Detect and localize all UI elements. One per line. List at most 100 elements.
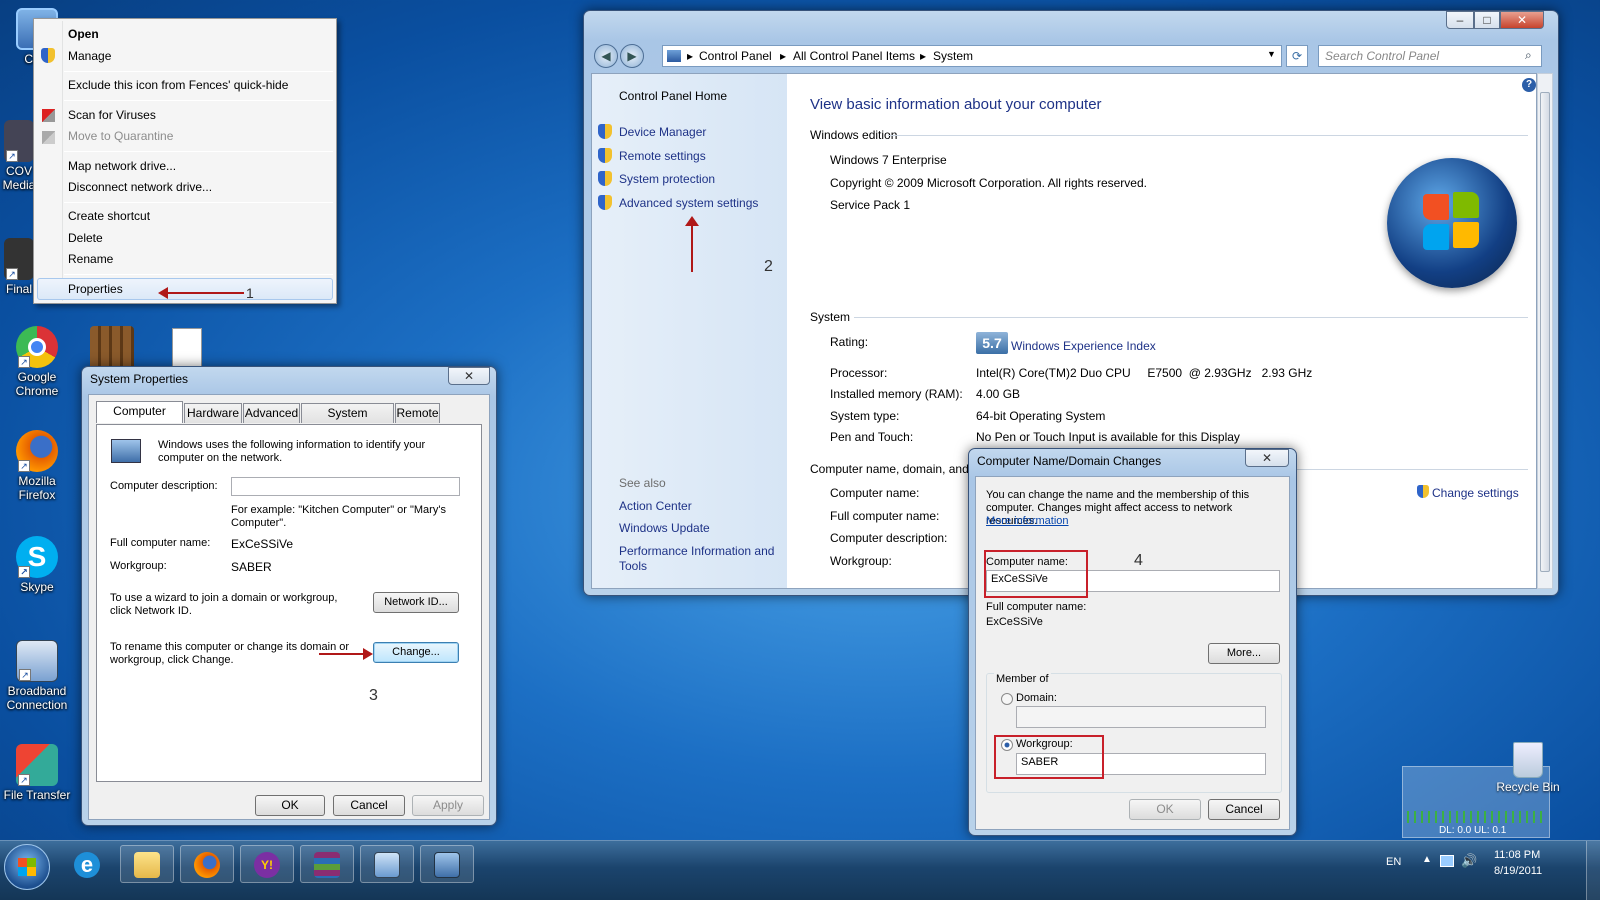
menu-item-exclude-fences[interactable]: Exclude this icon from Fences' quick-hid… xyxy=(68,78,288,92)
search-icon[interactable]: ⌕ xyxy=(1525,48,1532,63)
experience-index-badge[interactable]: 5.7 xyxy=(976,332,1008,354)
file-transfer-icon: ↗ xyxy=(16,744,58,786)
network-icon: ↗ xyxy=(16,640,58,682)
desktop-icon-skype[interactable]: S ↗ Skype xyxy=(0,536,74,594)
menu-item-disconnect-drive[interactable]: Disconnect network drive... xyxy=(68,180,212,194)
desktop-icon-file-transfer[interactable]: ↗ File Transfer xyxy=(0,744,74,802)
domain-input[interactable] xyxy=(1016,706,1266,728)
breadcrumb-system[interactable]: System xyxy=(933,49,973,63)
taskbar-ie[interactable]: e xyxy=(60,845,114,883)
windows-update-link[interactable]: Windows Update xyxy=(619,521,710,535)
menu-item-create-shortcut[interactable]: Create shortcut xyxy=(68,209,150,223)
control-panel-icon xyxy=(374,852,400,878)
search-input[interactable]: Search Control Panel xyxy=(1325,49,1439,63)
tab-advanced[interactable]: Advanced xyxy=(243,403,300,423)
system-protection-link[interactable]: System protection xyxy=(619,172,715,186)
refresh-button[interactable]: ⟳ xyxy=(1286,45,1308,67)
taskbar-explorer[interactable] xyxy=(120,845,174,883)
advanced-system-settings-link[interactable]: Advanced system settings xyxy=(619,196,758,210)
shield-icon xyxy=(1417,485,1429,498)
ok-button[interactable]: OK xyxy=(1129,799,1201,820)
desktop-icon-recycle-bin[interactable]: Recycle Bin xyxy=(1496,742,1560,794)
more-button[interactable]: More... xyxy=(1208,643,1280,664)
performance-info-link[interactable]: Performance Information and Tools xyxy=(619,544,779,574)
annotation-box xyxy=(994,735,1104,779)
ok-button[interactable]: OK xyxy=(255,795,325,816)
taskbar-system-properties[interactable] xyxy=(420,845,474,883)
desktop-icon-broadband[interactable]: ↗ Broadband Connection xyxy=(0,640,74,712)
change-button[interactable]: Change... xyxy=(373,642,459,663)
name-label: Full computer name: xyxy=(830,509,940,523)
dropdown-arrow-icon[interactable]: ▼ xyxy=(1267,49,1276,59)
minimize-button[interactable]: – xyxy=(1446,11,1474,29)
tab-system-protection[interactable]: System Protection xyxy=(301,403,394,438)
page-heading: View basic information about your comput… xyxy=(810,96,1102,113)
change-settings-link[interactable]: Change settings xyxy=(1432,486,1519,500)
rename-text: To rename this computer or change its do… xyxy=(110,641,350,666)
menu-item-manage[interactable]: Manage xyxy=(68,49,111,63)
remote-settings-link[interactable]: Remote settings xyxy=(619,149,706,163)
start-button[interactable] xyxy=(4,844,50,890)
annotation-arrow-left xyxy=(158,287,244,299)
name-label: Workgroup: xyxy=(830,554,892,568)
address-bar[interactable]: Control Panel All Control Panel Items Sy… xyxy=(662,45,1282,67)
tab-computer-name[interactable]: Computer Name xyxy=(96,401,183,436)
desktop-icon-label: Google Chrome xyxy=(15,370,59,398)
show-desktop-button[interactable] xyxy=(1586,841,1600,900)
apply-button[interactable]: Apply xyxy=(412,795,484,816)
breadcrumb-all-items[interactable]: All Control Panel Items xyxy=(793,49,915,63)
action-center-link[interactable]: Action Center xyxy=(619,499,692,513)
menu-separator xyxy=(64,151,333,152)
menu-item-delete[interactable]: Delete xyxy=(68,231,103,245)
taskbar-firefox[interactable] xyxy=(180,845,234,883)
breadcrumb-separator-icon: ▸ xyxy=(920,49,927,63)
menu-item-scan-viruses[interactable]: Scan for Viruses xyxy=(68,108,156,122)
close-button[interactable]: ✕ xyxy=(1500,11,1544,29)
domain-radio[interactable] xyxy=(1001,693,1013,705)
menu-separator xyxy=(64,71,333,72)
close-button[interactable]: ✕ xyxy=(448,367,490,385)
search-box[interactable]: Search Control Panel ⌕ xyxy=(1318,45,1542,67)
desktop-icon-firefox[interactable]: ↗ Mozilla Firefox xyxy=(0,430,74,502)
antivirus-icon xyxy=(42,109,55,122)
desktop-icon-chrome[interactable]: ↗ Google Chrome xyxy=(0,326,74,398)
menu-item-open[interactable]: Open xyxy=(68,27,99,41)
help-icon[interactable]: ? xyxy=(1522,78,1536,92)
menu-item-rename[interactable]: Rename xyxy=(68,252,113,266)
language-indicator[interactable]: EN xyxy=(1386,856,1401,868)
show-hidden-icons-icon[interactable]: ▲ xyxy=(1422,854,1432,865)
taskbar-control-panel[interactable] xyxy=(360,845,414,883)
spec-value: 4.00 GB xyxy=(976,387,1021,401)
tab-hardware[interactable]: Hardware xyxy=(184,403,242,423)
tab-remote[interactable]: Remote xyxy=(395,403,440,423)
taskbar-yahoo[interactable]: Y! xyxy=(240,845,294,883)
cancel-button[interactable]: Cancel xyxy=(1208,799,1280,820)
computer-description-input[interactable] xyxy=(231,477,460,496)
cancel-button[interactable]: Cancel xyxy=(333,795,405,816)
full-name-value: ExCeSSiVe xyxy=(231,537,294,551)
device-manager-link[interactable]: Device Manager xyxy=(619,125,706,139)
clock-time[interactable]: 11:08 PM xyxy=(1494,849,1540,861)
menu-item-map-drive[interactable]: Map network drive... xyxy=(68,159,176,173)
volume-icon[interactable]: 🔊 xyxy=(1461,853,1477,869)
document-icon[interactable] xyxy=(172,328,202,368)
vertical-scrollbar[interactable] xyxy=(1537,73,1553,589)
breadcrumb-control-panel[interactable]: Control Panel xyxy=(699,49,772,63)
network-id-button[interactable]: Network ID... xyxy=(373,592,459,613)
experience-index-link[interactable]: Windows Experience Index xyxy=(1011,339,1156,353)
more-information-link[interactable]: More information xyxy=(986,515,1069,527)
close-button[interactable]: ✕ xyxy=(1245,449,1289,467)
shortcut-arrow-icon: ↗ xyxy=(18,774,30,786)
menu-item-move-quarantine: Move to Quarantine xyxy=(68,129,174,143)
taskbar-winrar[interactable] xyxy=(300,845,354,883)
yahoo-messenger-icon: Y! xyxy=(254,852,280,878)
divider xyxy=(1282,469,1528,470)
clock-date[interactable]: 8/19/2011 xyxy=(1494,865,1542,877)
menu-item-properties[interactable]: Properties xyxy=(68,282,123,296)
maximize-button[interactable]: □ xyxy=(1474,11,1500,29)
forward-button[interactable]: ▶ xyxy=(620,44,644,68)
fences-icon[interactable] xyxy=(90,326,134,370)
back-button[interactable]: ◀ xyxy=(594,44,618,68)
network-tray-icon[interactable] xyxy=(1440,855,1454,867)
control-panel-home-link[interactable]: Control Panel Home xyxy=(619,89,727,103)
